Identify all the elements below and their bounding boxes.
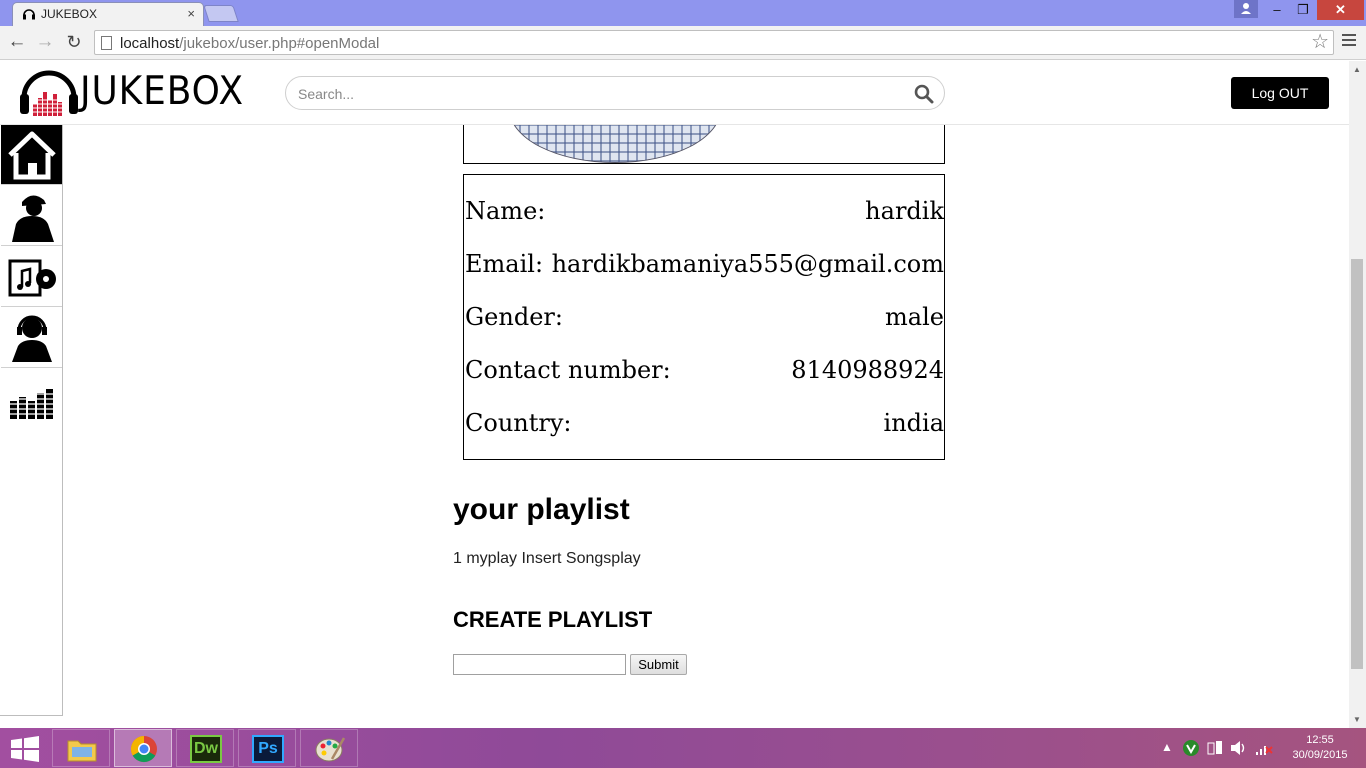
search-bar[interactable] bbox=[285, 76, 945, 110]
equalizer-icon bbox=[8, 389, 56, 419]
dj-icon bbox=[12, 315, 52, 362]
jukebox-logo[interactable]: JUKEBOX bbox=[18, 64, 243, 120]
profile-row-email: Email: hardikbamaniya555@gmail.com bbox=[465, 250, 944, 280]
window-close-button[interactable]: ✕ bbox=[1317, 0, 1364, 20]
avatar bbox=[509, 125, 721, 163]
country-value: india bbox=[883, 409, 944, 437]
chrome-icon bbox=[130, 735, 157, 763]
logout-button[interactable]: Log OUT bbox=[1231, 77, 1329, 109]
email-value: hardikbamaniya555@gmail.com bbox=[551, 250, 944, 278]
sidebar-item-home[interactable] bbox=[1, 125, 62, 185]
power-battery-icon[interactable] bbox=[1207, 740, 1223, 756]
scroll-down-arrow-icon[interactable]: ▼ bbox=[1353, 715, 1361, 724]
windows-start-icon[interactable] bbox=[10, 736, 40, 762]
tab-title: JUKEBOX bbox=[41, 7, 98, 21]
contact-value: 8140988924 bbox=[791, 356, 944, 384]
browser-titlebar: JUKEBOX × – ❐ ✕ bbox=[0, 0, 1366, 26]
gender-label: Gender: bbox=[465, 303, 563, 331]
taskbar-dreamweaver[interactable]: Dw bbox=[176, 729, 234, 767]
headphones-favicon-icon bbox=[23, 9, 35, 20]
page-icon bbox=[101, 36, 112, 50]
artist-icon bbox=[12, 195, 54, 242]
reload-icon[interactable]: ↻ bbox=[63, 31, 85, 53]
contact-label: Contact number: bbox=[465, 356, 671, 384]
profile-row-gender: Gender: male bbox=[465, 303, 944, 333]
search-icon[interactable] bbox=[914, 84, 934, 104]
new-tab-button[interactable] bbox=[203, 5, 239, 22]
show-hidden-icons-arrow-icon[interactable]: ▲ bbox=[1161, 740, 1173, 754]
playlist-name-input[interactable] bbox=[453, 654, 626, 675]
taskbar-paint[interactable] bbox=[300, 729, 358, 767]
page-scrollbar[interactable]: ▲ ▼ bbox=[1349, 61, 1366, 728]
volume-icon[interactable] bbox=[1230, 740, 1248, 756]
chrome-menu-icon[interactable] bbox=[1342, 34, 1356, 48]
playlist-heading: your playlist bbox=[453, 493, 630, 526]
album-icon bbox=[8, 259, 56, 297]
sidebar-item-dj[interactable] bbox=[1, 308, 62, 368]
url-host: localhost bbox=[120, 35, 180, 52]
avatar-frame bbox=[463, 125, 945, 164]
clock-time: 12:55 bbox=[1306, 734, 1334, 746]
taskbar-clock[interactable]: 12:55 30/09/2015 bbox=[1285, 733, 1355, 763]
minimize-button[interactable]: – bbox=[1265, 0, 1289, 20]
url-text[interactable]: localhost/jukebox/user.php#openModal bbox=[120, 35, 379, 52]
taskbar-file-explorer[interactable] bbox=[52, 729, 110, 767]
country-label: Country: bbox=[465, 409, 572, 437]
headphones-logo-icon bbox=[20, 70, 78, 116]
create-playlist-heading: CREATE PLAYLIST bbox=[453, 607, 653, 632]
name-value: hardik bbox=[865, 197, 944, 225]
profile-user-icon[interactable] bbox=[1234, 0, 1258, 18]
name-label: Name: bbox=[465, 197, 546, 225]
profile-row-name: Name: hardik bbox=[465, 197, 944, 227]
address-bar[interactable]: localhost/jukebox/user.php#openModal ☆ bbox=[94, 30, 1334, 55]
email-label: Email: bbox=[465, 250, 544, 278]
scroll-up-arrow-icon[interactable]: ▲ bbox=[1353, 65, 1361, 74]
taskbar-photoshop[interactable]: Ps bbox=[238, 729, 296, 767]
url-path: /jukebox/user.php#openModal bbox=[179, 35, 380, 52]
submit-button[interactable]: Submit bbox=[630, 654, 687, 675]
bookmark-star-icon[interactable]: ☆ bbox=[1311, 31, 1329, 54]
sidebar-item-charts[interactable] bbox=[1, 369, 62, 429]
back-arrow-icon[interactable]: ← bbox=[6, 31, 28, 53]
paint-palette-icon bbox=[315, 737, 346, 762]
windows-taskbar: Dw Ps ▲ 12:55 30/09/2015 bbox=[0, 728, 1366, 768]
logo-text: JUKEBOX bbox=[80, 69, 245, 114]
tray-app-icon[interactable] bbox=[1182, 739, 1200, 757]
sidebar-item-artists[interactable] bbox=[1, 186, 62, 246]
sidebar-item-albums[interactable] bbox=[1, 247, 62, 307]
gender-value: male bbox=[885, 303, 944, 331]
playlist-item[interactable]: 1 myplay Insert Songsplay bbox=[453, 550, 641, 568]
site-header: JUKEBOX Log OUT bbox=[0, 61, 1349, 125]
clock-date: 30/09/2015 bbox=[1292, 749, 1348, 761]
tab-close-icon[interactable]: × bbox=[187, 6, 195, 21]
browser-toolbar: ← → ↻ localhost/jukebox/user.php#openMod… bbox=[0, 26, 1366, 60]
profile-row-contact: Contact number: 8140988924 bbox=[465, 356, 944, 386]
network-disconnected-icon[interactable] bbox=[1255, 740, 1273, 756]
photoshop-icon: Ps bbox=[252, 735, 284, 763]
home-icon bbox=[8, 131, 56, 180]
folder-icon bbox=[67, 740, 97, 762]
browser-tab[interactable]: JUKEBOX × bbox=[12, 2, 204, 26]
sidebar bbox=[0, 125, 63, 716]
dreamweaver-icon: Dw bbox=[190, 735, 222, 763]
profile-info-box: Name: hardik Email: hardikbamaniya555@gm… bbox=[463, 174, 945, 460]
profile-row-country: Country: india bbox=[465, 409, 944, 439]
taskbar-chrome[interactable] bbox=[114, 729, 172, 767]
forward-arrow-icon[interactable]: → bbox=[34, 31, 56, 53]
restore-button[interactable]: ❐ bbox=[1291, 0, 1315, 20]
scroll-thumb[interactable] bbox=[1351, 259, 1363, 669]
search-input[interactable] bbox=[298, 84, 898, 104]
